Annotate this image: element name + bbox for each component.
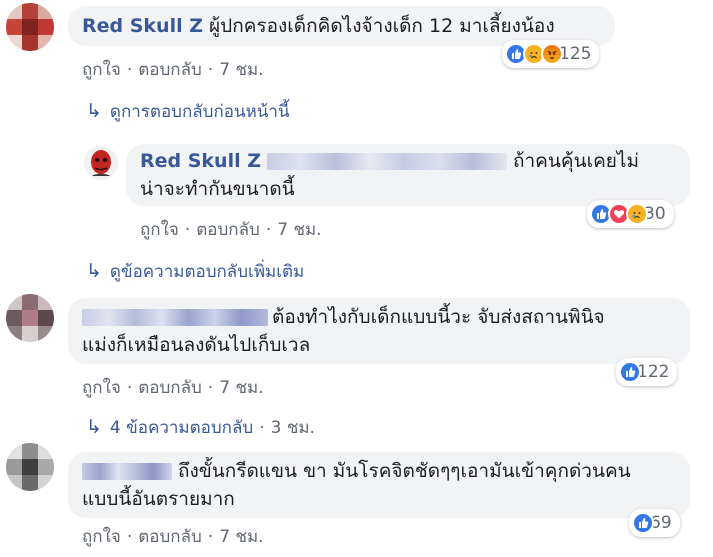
reaction-count: 122 <box>637 362 670 382</box>
separator-dot: · <box>126 378 133 398</box>
separator-dot: · <box>265 220 272 240</box>
reply-author[interactable]: Red Skull Z <box>140 150 261 172</box>
reply-bubble: Red Skull Z ถ้าคนคุ้นเคยไม่ น่าจะทำกันขนา… <box>126 144 690 206</box>
avatar[interactable] <box>84 146 118 180</box>
like-icon <box>632 512 654 534</box>
avatar[interactable] <box>6 3 54 51</box>
censored-name <box>82 309 268 326</box>
comment-text-line2: แบบนี้อันตรายมาก <box>82 488 235 510</box>
view-previous-replies-link[interactable]: ↳ ดูการตอบกลับก่อนหน้านี้ <box>86 98 290 125</box>
separator-dot: · <box>126 527 133 547</box>
comment-time[interactable]: 7 ชม. <box>219 56 263 83</box>
like-link[interactable]: ถูกใจ <box>82 523 121 550</box>
reaction-summary[interactable]: 122 <box>616 358 678 386</box>
avatar[interactable] <box>6 294 54 342</box>
reply-link-label: 4 ข้อความตอบกลับ <box>109 418 254 438</box>
reply-link[interactable]: ตอบกลับ <box>138 56 202 83</box>
separator-dot: · <box>259 418 265 438</box>
reply-link-label: ดูข้อความตอบกลับเพิ่มเติม <box>109 262 305 282</box>
sad-icon <box>626 203 648 225</box>
separator-dot: · <box>207 60 214 80</box>
reply-arrow-icon: ↳ <box>86 260 102 282</box>
comment-time[interactable]: 7 ชม. <box>277 216 321 243</box>
comment-text-line2: แม่งก็เหมือนลงดันไปเก็บเวล <box>82 334 311 356</box>
comment-author[interactable]: Red Skull Z <box>82 15 203 37</box>
comment-actions: ถูกใจ · ตอบกลับ · 7 ชม. <box>82 56 264 83</box>
reply-text-line2: น่าจะทำกันขนาดนี้ <box>140 178 295 200</box>
reply-link[interactable]: ตอบกลับ <box>138 374 202 401</box>
avatar[interactable] <box>6 443 54 491</box>
reply-arrow-icon: ↳ <box>86 416 102 438</box>
reply-link[interactable]: ตอบกลับ <box>138 523 202 550</box>
reply-actions: ถูกใจ · ตอบกลับ · 7 ชม. <box>140 216 322 243</box>
view-replies-link[interactable]: ↳ 4 ข้อความตอบกลับ · 3 ชม. <box>86 414 315 441</box>
censored-text <box>267 153 507 170</box>
separator-dot: · <box>126 60 133 80</box>
reaction-summary[interactable]: 125 <box>502 40 600 68</box>
censored-name <box>82 463 172 480</box>
comment-bubble: ต้องทำไงกับเด็กแบบนี้วะ จับส่งสถานพินิจ … <box>68 298 690 364</box>
like-link[interactable]: ถูกใจ <box>82 374 121 401</box>
separator-dot: · <box>207 527 214 547</box>
view-more-replies-link[interactable]: ↳ ดูข้อความตอบกลับเพิ่มเติม <box>86 258 304 285</box>
reply-link-label: ดูการตอบกลับก่อนหน้านี้ <box>109 102 290 122</box>
comment-text-line1: ถึงขั้นกรีดแขน ขา มันโรคจิตชัดๆๆเอามันเข… <box>178 460 631 482</box>
reply-arrow-icon: ↳ <box>86 100 102 122</box>
comment-time[interactable]: 7 ชม. <box>219 523 263 550</box>
comment-bubble: ถึงขั้นกรีดแขน ขา มันโรคจิตชัดๆๆเอามันเข… <box>68 452 690 518</box>
like-link[interactable]: ถูกใจ <box>82 56 121 83</box>
angry-icon <box>541 43 563 65</box>
reply-time: 3 ชม. <box>270 418 315 438</box>
comment-time[interactable]: 7 ชม. <box>219 374 263 401</box>
reaction-count: 125 <box>559 44 592 64</box>
separator-dot: · <box>207 378 214 398</box>
separator-dot: · <box>184 220 191 240</box>
reply-link[interactable]: ตอบกลับ <box>196 216 260 243</box>
comment-actions: ถูกใจ · ตอบกลับ · 7 ชม. <box>82 523 264 550</box>
like-icon <box>619 361 641 383</box>
reaction-summary[interactable]: 30 <box>587 200 674 228</box>
comment-text: ผู้ปกครองเด็กคิดไงจ้างเด็ก 12 มาเลี้ยงน้… <box>209 15 555 37</box>
comment-text-line1: ต้องทำไงกับเด็กแบบนี้วะ จับส่งสถานพินิจ <box>272 306 605 328</box>
like-link[interactable]: ถูกใจ <box>140 216 179 243</box>
reply-text-line1: ถ้าคนคุ้นเคยไม่ <box>513 150 639 172</box>
comment-actions: ถูกใจ · ตอบกลับ · 7 ชม. <box>82 374 264 401</box>
reaction-summary[interactable]: 69 <box>629 509 680 537</box>
